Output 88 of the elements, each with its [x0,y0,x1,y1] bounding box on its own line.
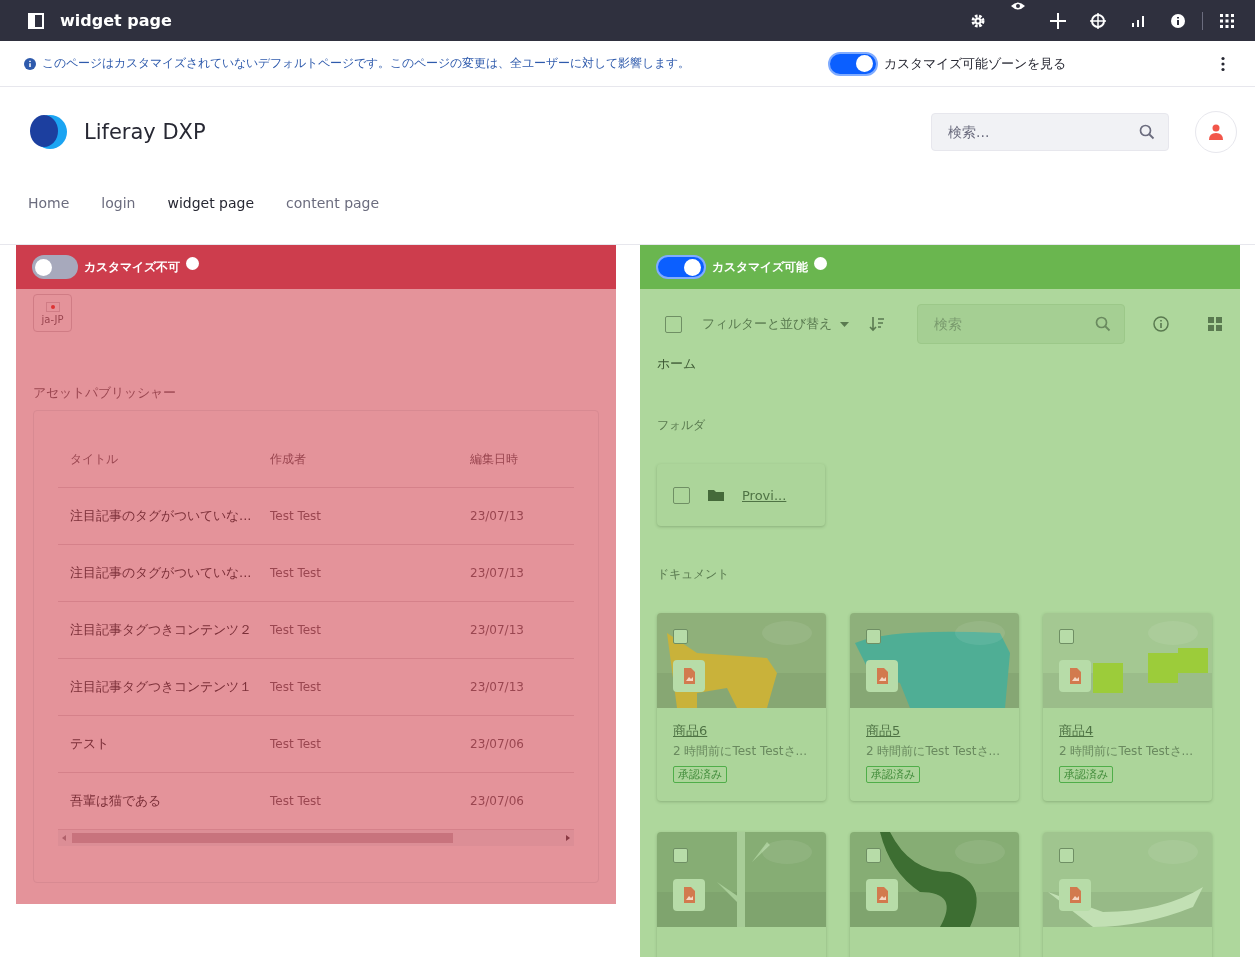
document-card[interactable]: 商品4 2 時間前にTest Testさ... 承認済み [1043,613,1212,801]
toggle-switch[interactable] [828,51,878,76]
table-cell-text: Test Test [270,623,323,637]
section-label: フォルダ [657,417,706,434]
document-link[interactable]: 商品4 [1059,722,1094,740]
apps-icon[interactable] [1219,12,1235,29]
checkbox[interactable] [665,315,682,333]
checkbox[interactable] [1059,848,1074,863]
settings-icon[interactable] [970,12,986,29]
grid-icon[interactable] [1207,316,1223,332]
breadcrumb[interactable]: ホーム [657,355,1223,373]
status-label: 承認済み [866,766,920,783]
checkbox[interactable] [673,848,688,863]
document-link[interactable]: 商品5 [866,722,901,740]
info-message: このページはカスタマイズされていないデフォルトページです。このページの変更は、全ユーザーに対して影響します。 [42,55,691,72]
nav-link[interactable]: login [101,195,136,211]
table-cell-text: 23/07/06 [470,794,525,808]
image-file-icon [673,879,705,911]
nav-link[interactable]: content page [286,195,380,211]
table-cell-text: 注目記事のタグがついていな... [70,507,253,525]
document-meta: 2 時間前にTest Testさ... [673,743,808,760]
checkbox[interactable] [1059,629,1074,644]
toggle-switch[interactable] [656,255,706,279]
toggle-label: カスタマイズ可能 [712,258,808,276]
table-cell-text: 注目記事のタグがついていな... [70,564,253,582]
help-icon[interactable] [186,257,199,270]
flag-icon [45,301,60,312]
toggle-switch[interactable] [32,255,78,279]
table-cell-text: Test Test [270,737,323,751]
table-cell-text: Test Test [270,794,323,808]
table-cell-text: Test Test [270,509,323,523]
document-link[interactable]: 商品6 [673,722,708,740]
image-file-icon [1059,660,1091,692]
table-cell-text: 23/07/13 [470,623,525,637]
caret-left-icon[interactable] [62,835,66,841]
nav-link[interactable]: widget page [167,195,255,211]
image-file-icon [866,660,898,692]
document-card[interactable]: 商品5 2 時間前にTest Testさ... 承認済み [850,613,1019,801]
folder-card[interactable]: Provi... [657,464,825,526]
checkbox[interactable] [673,629,688,644]
checkbox[interactable] [673,486,690,504]
language-button[interactable]: ja-JP [33,294,72,332]
search-icon[interactable] [1139,124,1155,140]
table-cell-text: Test Test [270,680,323,694]
sidebar-icon[interactable] [28,12,44,29]
status-label: 承認済み [673,766,727,783]
toggle-label: カスタマイズ可能ゾーンを見る [884,54,1067,73]
table-cell-text: 23/07/13 [470,680,525,694]
page-title: widget page [60,11,173,30]
column-header: タイトル [70,450,119,468]
table-cell-text: 吾輩は猫である [70,792,162,810]
info-icon [24,57,36,70]
status-label: 承認済み [1059,766,1113,783]
scrollbar[interactable] [58,830,574,846]
sort-icon[interactable] [869,316,885,332]
table-cell-text: テスト [70,735,110,753]
column-header: 編集日時 [470,450,519,468]
image-file-icon [866,879,898,911]
table-cell-text: 23/07/13 [470,566,525,580]
help-icon[interactable] [814,257,827,270]
info-icon[interactable] [1170,12,1186,29]
table-cell-text: 23/07/06 [470,737,525,751]
table-cell-text: Test Test [270,566,323,580]
caret-down-icon [840,321,849,327]
nav-link[interactable]: Home [28,195,70,211]
site-name: Liferay DXP [84,120,207,144]
section-label: ドキュメント [657,566,730,583]
image-file-icon [1059,879,1091,911]
column-header: 作成者 [270,450,307,468]
table-cell-text: 23/07/13 [470,509,525,523]
logo-icon [28,114,68,150]
folder-icon [708,487,724,503]
table-cell-text: 注目記事タグつきコンテンツ１ [70,678,253,696]
caret-right-icon[interactable] [566,835,570,841]
search-icon[interactable] [1095,316,1111,332]
toggle-label: カスタマイズ不可 [84,258,180,276]
document-card[interactable]: 商品6 2 時間前にTest Testさ... 承認済み [657,613,826,801]
plus-icon[interactable] [1050,12,1066,29]
table-cell-text: 注目記事タグつきコンテンツ２ [70,621,253,639]
document-meta: 2 時間前にTest Testさ... [866,743,1001,760]
portlet-title: アセットパブリッシャー [33,384,177,402]
image-file-icon [673,660,705,692]
checkbox[interactable] [866,848,881,863]
document-meta: 2 時間前にTest Testさ... [1059,743,1194,760]
folder-link[interactable]: Provi... [742,487,787,503]
checkbox[interactable] [866,629,881,644]
filter-dropdown[interactable]: フィルターと並び替え [696,315,855,333]
target-icon[interactable] [1090,12,1106,29]
